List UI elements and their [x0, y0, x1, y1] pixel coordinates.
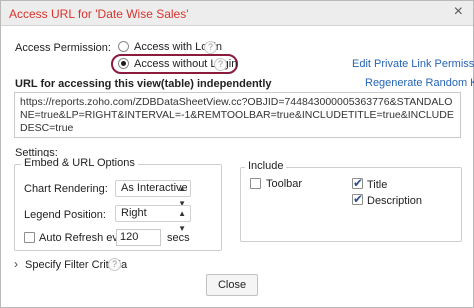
access-url-dialog: Access URL for 'Date Wise Sales' × Acces…	[0, 0, 474, 308]
legend-position-label: Legend Position:	[24, 209, 106, 221]
help-icon[interactable]: ?	[204, 41, 217, 54]
dialog-title: Access URL for 'Date Wise Sales'	[9, 7, 189, 21]
close-icon[interactable]: ×	[454, 4, 463, 20]
chevron-right-icon[interactable]: ›	[14, 257, 18, 271]
chart-rendering-select[interactable]: As Interactive ▲ ▼	[115, 180, 191, 208]
access-with-login-radio[interactable]	[118, 41, 129, 52]
include-description-label: Description	[367, 195, 423, 207]
embed-url-options-legend: Embed & URL Options	[21, 157, 138, 169]
url-heading: URL for accessing this view(table) indep…	[15, 78, 272, 90]
edit-private-link-permissions-link[interactable]: Edit Private Link Permissions	[352, 58, 474, 70]
access-permission-label: Access Permission:	[15, 42, 111, 54]
include-title-checkbox[interactable]	[352, 176, 363, 190]
access-without-login-radio[interactable]	[118, 58, 129, 69]
auto-refresh-seconds-input[interactable]: 120	[116, 229, 161, 246]
auto-refresh-unit: secs	[167, 232, 190, 244]
include-toolbar-checkbox[interactable]	[250, 178, 261, 189]
legend-position-select[interactable]: Right ▲ ▼	[115, 205, 191, 233]
legend-position-value: Right	[121, 207, 147, 219]
include-description-checkbox[interactable]	[352, 192, 363, 206]
dialog-titlebar: Access URL for 'Date Wise Sales' ×	[1, 1, 473, 26]
access-url-textarea[interactable]: https://reports.zoho.com/ZDBDataSheetVie…	[14, 92, 461, 138]
auto-refresh-checkbox[interactable]	[24, 232, 35, 243]
include-legend: Include	[245, 160, 287, 172]
regenerate-random-key-link[interactable]: Regenerate Random Key	[365, 77, 474, 89]
include-toolbar-label: Toolbar	[266, 178, 303, 190]
include-title-label: Title	[367, 179, 388, 191]
help-icon[interactable]: ?	[108, 258, 121, 271]
close-button[interactable]: Close	[206, 274, 258, 296]
help-icon[interactable]: ?	[214, 58, 227, 71]
chart-rendering-label: Chart Rendering:	[24, 183, 108, 195]
